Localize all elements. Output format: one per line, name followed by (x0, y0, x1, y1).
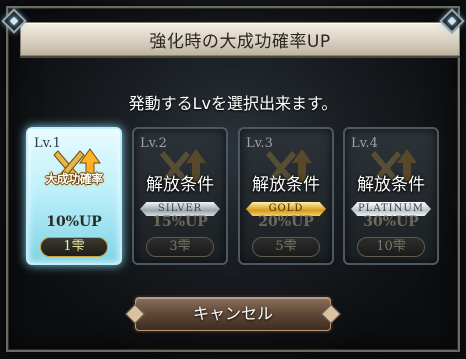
cost-badge: 5雫 (252, 237, 320, 257)
rate-up-text: 30%UP (363, 214, 419, 230)
dialog-subtitle: 発動するLvを選択出来ます。 (128, 94, 338, 113)
cost-badge: 3雫 (146, 237, 214, 257)
game-background: 強化時の大成功確率UP 発動するLvを選択出来ます。 Lv.1 大成功確率 10… (0, 0, 466, 359)
unlock-condition-label: 解放条件 (357, 175, 425, 195)
unlock-condition-label: 解放条件 (252, 175, 320, 195)
level-card-4[interactable]: Lv.4 解放条件 PLATINUM 30%UP 10雫 (343, 127, 439, 265)
level-card-1[interactable]: Lv.1 大成功確率 10%UP 1雫 (26, 127, 122, 265)
active-effect-label: 大成功確率 (45, 172, 103, 186)
dialog-title-bar: 強化時の大成功確率UP (20, 22, 460, 56)
cancel-button[interactable]: キャンセル (135, 297, 331, 331)
rate-up-text: 10%UP (46, 214, 102, 230)
level-card-3[interactable]: Lv.3 解放条件 GOLD 20%UP 5雫 (238, 127, 334, 265)
rate-up-text: 15%UP (152, 214, 208, 230)
cost-badge: 10雫 (357, 237, 425, 257)
rate-up-text: 20%UP (258, 214, 314, 230)
unlock-condition-label: 解放条件 (146, 175, 214, 195)
level-card-2[interactable]: Lv.2 解放条件 SILVER 15%UP 3雫 (132, 127, 228, 265)
dialog-title: 強化時の大成功確率UP (149, 31, 331, 52)
cost-badge: 1雫 (40, 237, 108, 257)
